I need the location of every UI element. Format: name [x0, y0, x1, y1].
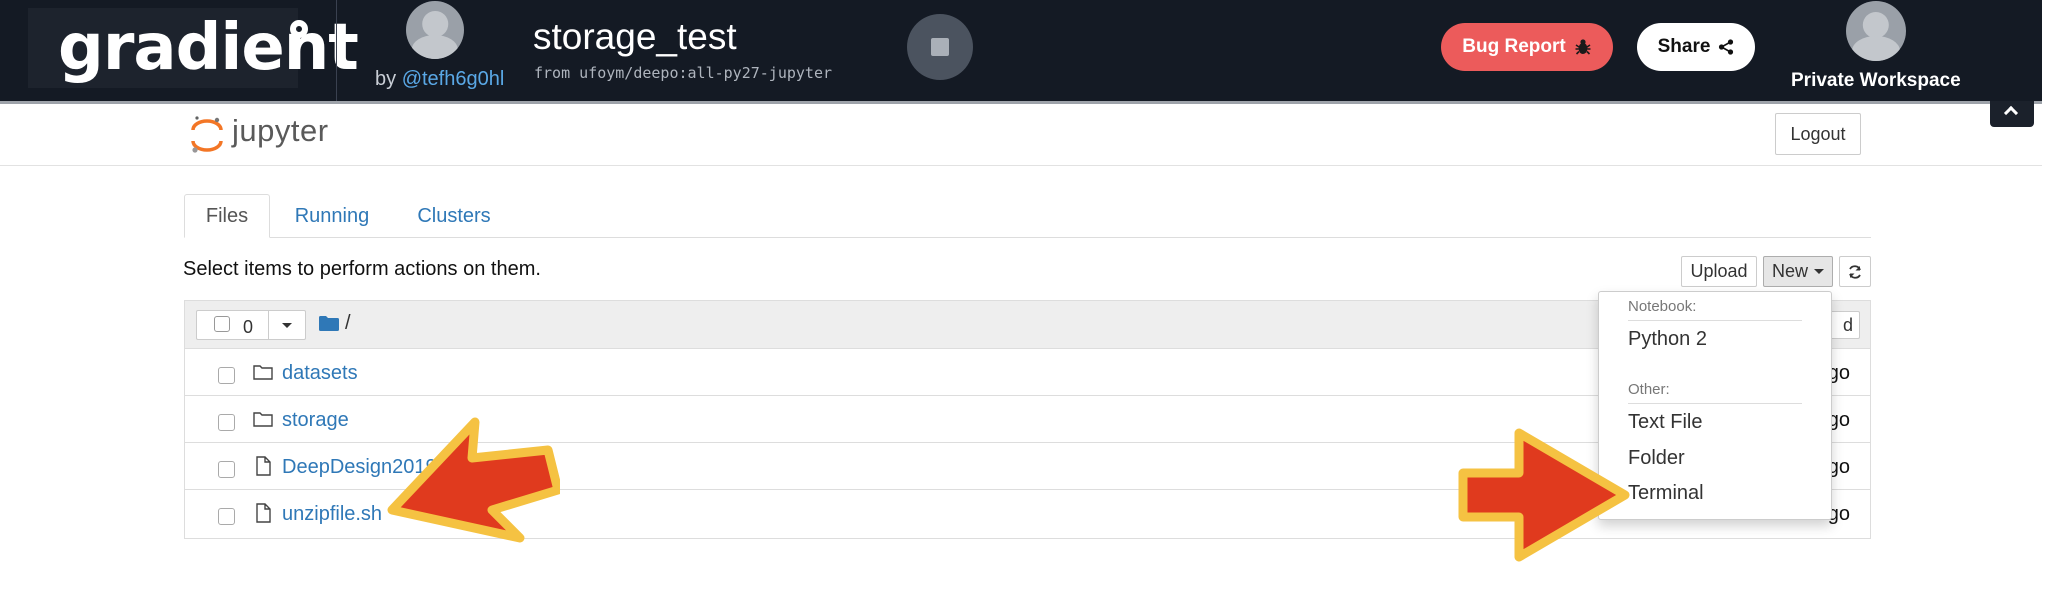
new-dropdown-button[interactable]: New	[1763, 256, 1833, 287]
stop-icon	[931, 38, 949, 56]
menu-item-folder[interactable]: Folder	[1628, 447, 1685, 470]
share-label: Share	[1657, 36, 1711, 57]
menu-item-python2[interactable]: Python 2	[1628, 328, 1707, 351]
stop-notebook-button[interactable]	[907, 14, 973, 80]
chevron-up-icon	[2003, 105, 2019, 121]
folder-icon	[319, 316, 339, 331]
select-all-checkbox[interactable]	[214, 316, 230, 332]
bug-icon	[1575, 39, 1591, 55]
file-name-link[interactable]: unzipfile.sh	[282, 503, 382, 526]
annotation-arrow-right	[1458, 428, 1630, 562]
file-icon	[256, 503, 271, 523]
selected-count: 0	[243, 317, 254, 337]
bug-report-label: Bug Report	[1462, 36, 1566, 57]
share-button[interactable]: Share	[1637, 23, 1755, 71]
tab-clusters[interactable]: Clusters	[404, 194, 504, 238]
owner-prefix: by	[375, 68, 397, 90]
workspace-avatar[interactable]	[1846, 1, 1906, 61]
menu-divider	[1628, 320, 1802, 321]
gradient-logo[interactable]: gradient	[28, 8, 359, 88]
tab-files[interactable]: Files	[184, 194, 270, 238]
topbar-shadow	[0, 101, 2042, 104]
file-icon	[256, 456, 271, 476]
upload-button[interactable]: Upload	[1681, 256, 1757, 287]
header-divider	[0, 165, 2042, 166]
row-checkbox[interactable]	[218, 367, 235, 384]
bug-report-button[interactable]: Bug Report	[1441, 23, 1613, 71]
caret-down-icon	[1814, 269, 1824, 274]
select-all-button[interactable]: 0	[196, 310, 269, 340]
row-checkbox[interactable]	[218, 461, 235, 478]
topbar-divider	[336, 0, 337, 101]
file-name-link[interactable]: storage	[282, 409, 349, 432]
gradient-logo-text: gradient	[58, 11, 359, 85]
notebook-title: storage_test	[533, 16, 737, 57]
gradient-logo-dot	[290, 20, 308, 38]
owner-handle-link[interactable]: @tefh6g0hl	[402, 68, 505, 90]
jupyter-logo-icon[interactable]	[190, 114, 224, 156]
row-checkbox[interactable]	[218, 508, 235, 525]
tab-running[interactable]: Running	[282, 194, 382, 238]
caret-down-icon	[282, 322, 292, 328]
logout-button[interactable]: Logout	[1775, 113, 1861, 155]
menu-heading-notebook: Notebook:	[1628, 298, 1697, 315]
annotation-arrow-left	[387, 417, 560, 543]
refresh-button[interactable]	[1839, 256, 1871, 287]
share-icon	[1719, 39, 1734, 55]
tabs-divider	[184, 237, 1871, 238]
file-name-link[interactable]: datasets	[282, 362, 358, 385]
workspace-label[interactable]: Private Workspace	[1791, 70, 1961, 92]
refresh-icon	[1849, 264, 1861, 279]
jupyter-logo-text[interactable]: jupyter	[232, 113, 329, 149]
folder-icon	[253, 412, 273, 427]
menu-divider	[1628, 403, 1802, 404]
owner-avatar	[406, 1, 464, 59]
notebook-source: from ufoym/deepo:all-py27-jupyter	[534, 64, 833, 82]
folder-icon	[253, 365, 273, 380]
owner-line: by @tefh6g0hl	[375, 68, 504, 91]
menu-heading-other: Other:	[1628, 381, 1670, 398]
select-menu-dropdown[interactable]	[268, 310, 306, 340]
collapse-header-button[interactable]	[1990, 101, 2034, 127]
new-button-label: New	[1771, 261, 1808, 281]
menu-item-text-file[interactable]: Text File	[1628, 411, 1702, 434]
menu-item-terminal[interactable]: Terminal	[1628, 482, 1704, 505]
row-checkbox[interactable]	[218, 414, 235, 431]
breadcrumb-root[interactable]: /	[345, 312, 351, 335]
gradient-topbar: gradient by @tefh6g0hl storage_test from…	[0, 0, 2042, 101]
select-hint-text: Select items to perform actions on them.	[183, 258, 541, 280]
